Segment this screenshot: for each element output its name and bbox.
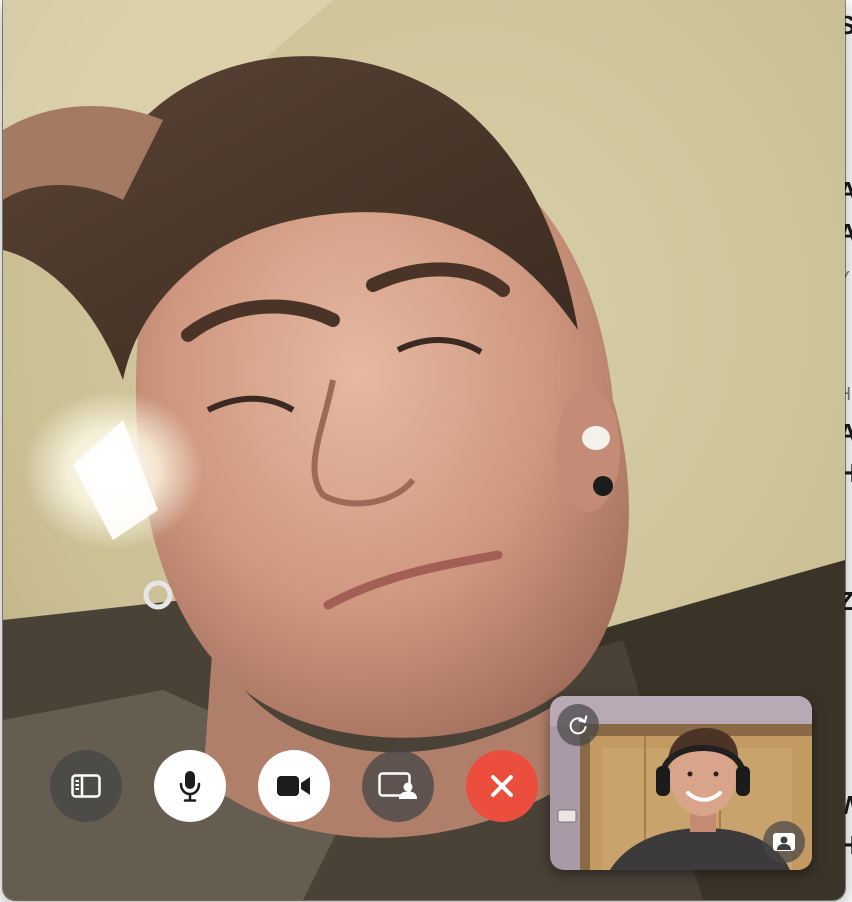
- rotate-self-view-button[interactable]: [557, 704, 599, 746]
- sidebar-icon: [71, 774, 101, 798]
- share-screen-button[interactable]: [362, 750, 434, 822]
- end-call-button[interactable]: [466, 750, 538, 822]
- desktop-background: S A A Y H A H Z W H: [0, 0, 852, 902]
- rotate-icon: [569, 715, 588, 735]
- share-screen-icon: [378, 772, 417, 799]
- facetime-call-window: [3, 0, 845, 900]
- portrait-icon: [773, 833, 795, 851]
- video-camera-icon: [277, 776, 310, 796]
- self-view-video[interactable]: [550, 696, 812, 870]
- microphone-icon: [179, 771, 201, 802]
- camera-toggle-button[interactable]: [258, 750, 330, 822]
- mute-microphone-button[interactable]: [154, 750, 226, 822]
- portrait-mode-button[interactable]: [763, 821, 805, 863]
- close-icon: [491, 775, 513, 797]
- sidebar-button[interactable]: [50, 750, 122, 822]
